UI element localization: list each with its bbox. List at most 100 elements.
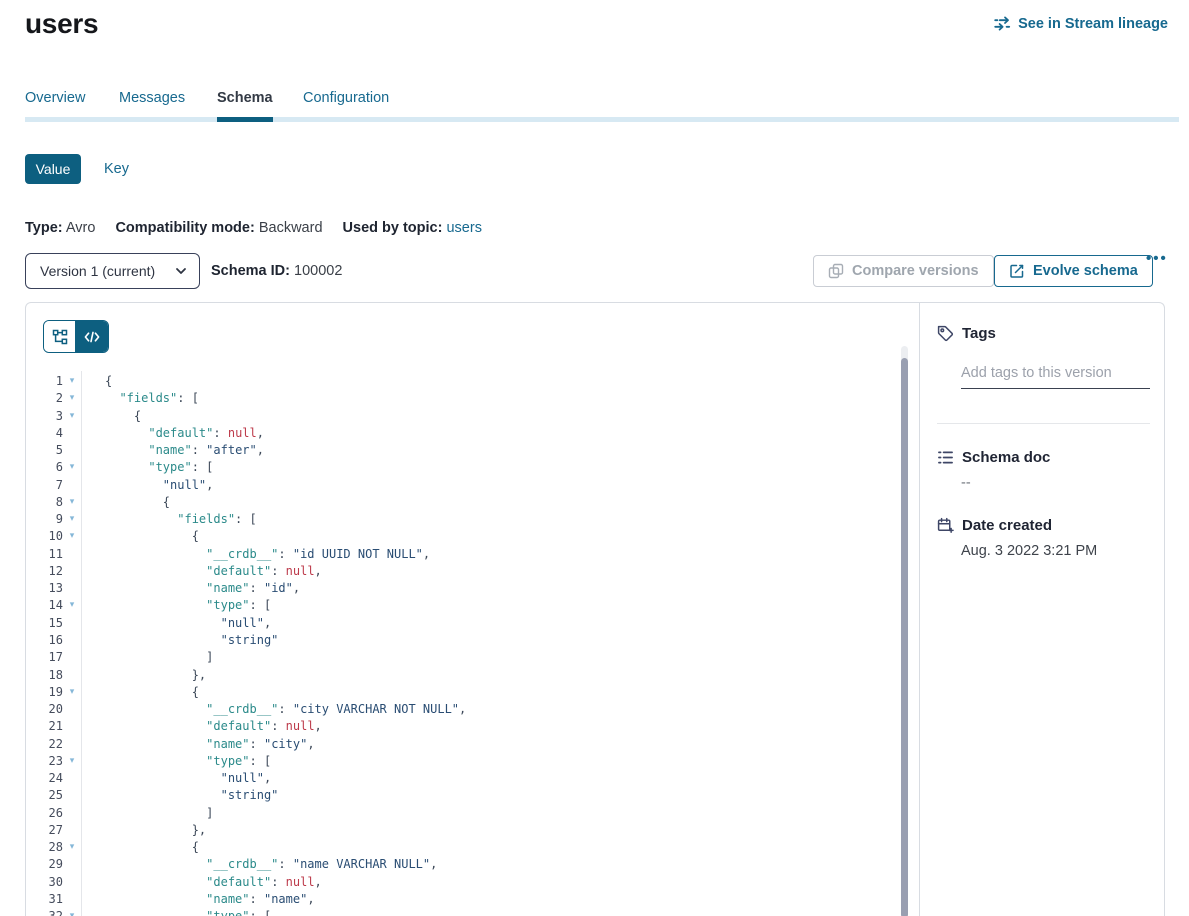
code-line: 1▾{ xyxy=(26,373,896,390)
key-button[interactable]: Key xyxy=(96,154,137,184)
code-line: 16 "string" xyxy=(26,632,896,649)
see-in-stream-lineage-link[interactable]: See in Stream lineage xyxy=(994,15,1168,32)
more-options-button[interactable]: ••• xyxy=(1146,250,1168,267)
type-label: Type: xyxy=(25,220,63,236)
code-text: "name": "id", xyxy=(81,580,300,597)
version-select[interactable]: Version 1 (current) xyxy=(25,253,200,289)
fold-toggle-icon[interactable]: ▾ xyxy=(63,597,81,614)
tab-messages[interactable]: Messages xyxy=(119,90,185,106)
code-line: 5 "name": "after", xyxy=(26,442,896,459)
fold-spacer xyxy=(63,874,81,891)
line-number: 27 xyxy=(26,822,63,839)
page: users See in Stream lineage Overview Mes… xyxy=(0,0,1189,916)
line-number: 22 xyxy=(26,736,63,753)
schema-id: Schema ID: 100002 xyxy=(211,253,342,289)
code-line: 21 "default": null, xyxy=(26,718,896,735)
tags-title: Tags xyxy=(962,325,996,342)
fold-toggle-icon[interactable]: ▾ xyxy=(63,839,81,856)
code-text: { xyxy=(81,494,170,511)
code-text: "name": "name", xyxy=(81,891,315,908)
fold-toggle-icon[interactable]: ▾ xyxy=(63,408,81,425)
code-line: 15 "null", xyxy=(26,615,896,632)
tags-input[interactable] xyxy=(961,357,1150,389)
code-view-button[interactable] xyxy=(76,321,108,352)
line-number: 3 xyxy=(26,408,63,425)
used-by-topic-label: Used by topic: xyxy=(343,220,443,236)
fold-spacer xyxy=(63,477,81,494)
schema-sidebar: Tags Schema doc -- xyxy=(921,303,1166,916)
code-line: 19▾ { xyxy=(26,684,896,701)
schema-id-value: 100002 xyxy=(294,263,342,279)
editor-scrollbar-thumb[interactable] xyxy=(901,358,908,916)
fold-spacer xyxy=(63,736,81,753)
schema-card: 1▾{2▾ "fields": [3▾ {4 "default": null,5… xyxy=(25,302,1165,916)
stream-lineage-icon xyxy=(994,15,1011,32)
code-line: 28▾ { xyxy=(26,839,896,856)
tab-overview[interactable]: Overview xyxy=(25,90,85,106)
code-line: 6▾ "type": [ xyxy=(26,459,896,476)
fold-toggle-icon[interactable]: ▾ xyxy=(63,684,81,701)
date-created-value: Aug. 3 2022 3:21 PM xyxy=(961,543,1097,559)
schema-doc-value: -- xyxy=(961,475,971,491)
code-text: "null", xyxy=(81,770,271,787)
value-button[interactable]: Value xyxy=(25,154,81,184)
code-text: "type": [ xyxy=(81,908,271,916)
code-line: 26 ] xyxy=(26,805,896,822)
code-text: }, xyxy=(81,822,206,839)
compare-versions-label: Compare versions xyxy=(852,263,979,279)
fold-spacer xyxy=(63,856,81,873)
code-line: 30 "default": null, xyxy=(26,874,896,891)
page-title: users xyxy=(25,8,98,40)
fold-spacer xyxy=(63,805,81,822)
fold-toggle-icon[interactable]: ▾ xyxy=(63,528,81,545)
tab-schema[interactable]: Schema xyxy=(217,90,273,106)
fold-toggle-icon[interactable]: ▾ xyxy=(63,373,81,390)
code-text: "__crdb__": "city VARCHAR NOT NULL", xyxy=(81,701,466,718)
line-number: 31 xyxy=(26,891,63,908)
line-number: 19 xyxy=(26,684,63,701)
fold-spacer xyxy=(63,891,81,908)
topic-link[interactable]: users xyxy=(446,220,481,236)
tree-view-button[interactable] xyxy=(44,321,76,352)
code-text: "type": [ xyxy=(81,753,271,770)
fold-toggle-icon[interactable]: ▾ xyxy=(63,908,81,916)
fold-spacer xyxy=(63,442,81,459)
schema-id-label: Schema ID: xyxy=(211,263,290,279)
line-number: 12 xyxy=(26,563,63,580)
line-number: 24 xyxy=(26,770,63,787)
code-text: ] xyxy=(81,805,213,822)
code-line: 9▾ "fields": [ xyxy=(26,511,896,528)
code-text: "__crdb__": "id UUID NOT NULL", xyxy=(81,546,430,563)
evolve-schema-button[interactable]: Evolve schema xyxy=(994,255,1153,287)
fold-spacer xyxy=(63,822,81,839)
code-text: { xyxy=(81,528,199,545)
code-line: 31 "name": "name", xyxy=(26,891,896,908)
fold-toggle-icon[interactable]: ▾ xyxy=(63,753,81,770)
fold-spacer xyxy=(63,563,81,580)
fold-spacer xyxy=(63,649,81,666)
fold-spacer xyxy=(63,425,81,442)
evolve-schema-label: Evolve schema xyxy=(1033,263,1138,279)
code-text: "string" xyxy=(81,632,278,649)
line-number: 14 xyxy=(26,597,63,614)
fold-toggle-icon[interactable]: ▾ xyxy=(63,494,81,511)
fold-spacer xyxy=(63,667,81,684)
code-text: { xyxy=(81,684,199,701)
fold-toggle-icon[interactable]: ▾ xyxy=(63,511,81,528)
version-selected-value: Version 1 (current) xyxy=(40,263,155,279)
compare-versions-button[interactable]: Compare versions xyxy=(813,255,994,287)
fold-toggle-icon[interactable]: ▾ xyxy=(63,459,81,476)
editor-view-toggle xyxy=(43,320,109,353)
code-line: 13 "name": "id", xyxy=(26,580,896,597)
line-number: 11 xyxy=(26,546,63,563)
code-line: 29 "__crdb__": "name VARCHAR NULL", xyxy=(26,856,896,873)
code-line: 14▾ "type": [ xyxy=(26,597,896,614)
line-number: 17 xyxy=(26,649,63,666)
tab-configuration[interactable]: Configuration xyxy=(303,90,389,106)
code-text: "type": [ xyxy=(81,597,271,614)
code-text: "name": "city", xyxy=(81,736,315,753)
line-number: 15 xyxy=(26,615,63,632)
schema-editor-pane: 1▾{2▾ "fields": [3▾ {4 "default": null,5… xyxy=(26,303,920,916)
fold-toggle-icon[interactable]: ▾ xyxy=(63,390,81,407)
code-text: "default": null, xyxy=(81,718,322,735)
